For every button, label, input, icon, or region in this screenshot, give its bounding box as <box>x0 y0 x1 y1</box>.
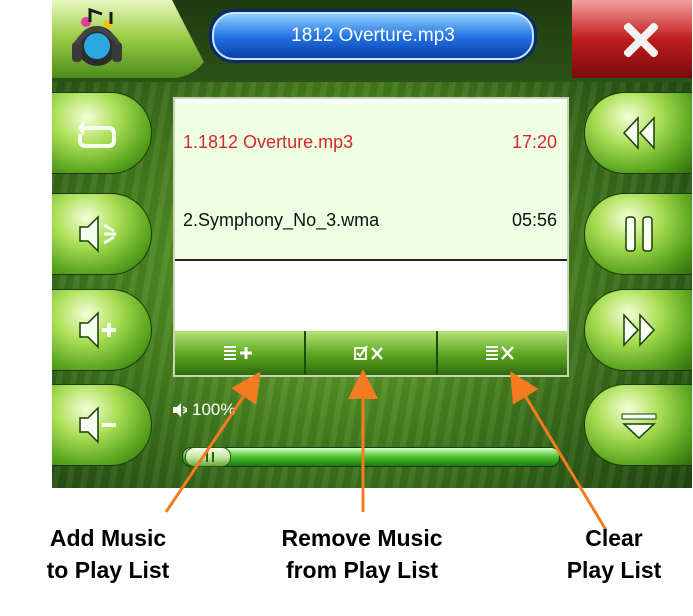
annotation-remove-line2: from Play List <box>285 557 439 583</box>
annotation-add: Add Music to Play List <box>8 522 208 586</box>
annotation-add-line1: Add Music <box>49 525 167 551</box>
clear-list-arrow <box>510 371 608 531</box>
annotation-clear-line1: Clear <box>585 525 643 551</box>
annotation-clear: Clear Play List <box>544 522 684 586</box>
annotation-clear-line2: Play List <box>566 557 662 583</box>
annotation-remove: Remove Music from Play List <box>244 522 480 586</box>
annotation-add-line2: to Play List <box>46 557 170 583</box>
add-music-arrow <box>164 371 261 513</box>
annotation-remove-line1: Remove Music <box>281 525 443 551</box>
